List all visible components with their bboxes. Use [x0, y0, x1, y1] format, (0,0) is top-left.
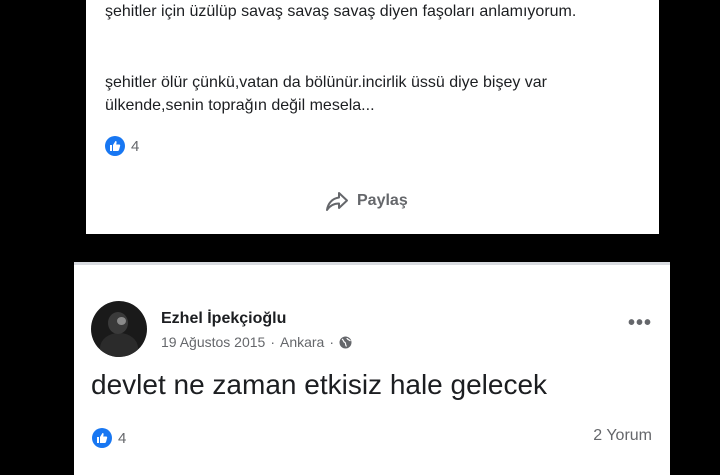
post-card-2: Ezhel İpekçioğlu 19 Ağustos 2015 · Ankar…: [74, 262, 670, 475]
comments-count-link[interactable]: 2 Yorum: [593, 427, 652, 445]
thumbs-up-icon: [92, 428, 112, 448]
reactions-summary[interactable]: 4: [105, 136, 139, 156]
reactions-summary[interactable]: 4: [92, 428, 126, 448]
author-name[interactable]: Ezhel İpekçioğlu: [161, 310, 286, 328]
post-text: devlet ne zaman etkisiz hale gelecek: [91, 369, 548, 400]
share-label: Paylaş: [357, 192, 408, 209]
post-meta: 19 Ağustos 2015 · Ankara ·: [161, 334, 352, 350]
post-card-1: şehitler için üzülüp savaş savaş savaş d…: [86, 0, 659, 234]
meta-separator: ·: [329, 334, 335, 350]
reaction-count: 4: [131, 137, 140, 155]
globe-icon: [339, 336, 352, 348]
avatar[interactable]: [91, 301, 147, 357]
share-arrow-icon: [326, 192, 348, 211]
post-location[interactable]: Ankara: [280, 334, 324, 350]
post-text-paragraph-1: şehitler için üzülüp savaş savaş savaş d…: [105, 3, 577, 20]
meta-separator: ·: [270, 334, 275, 350]
thumbs-up-icon: [105, 136, 125, 156]
post-date[interactable]: 19 Ağustos 2015: [161, 334, 265, 350]
more-dots-icon[interactable]: •••: [628, 312, 652, 335]
share-button[interactable]: Paylaş: [325, 190, 408, 212]
reaction-count: 4: [118, 429, 127, 447]
post-text-paragraph-2: şehitler ölür çünkü,vatan da bölünür.inc…: [105, 74, 548, 114]
